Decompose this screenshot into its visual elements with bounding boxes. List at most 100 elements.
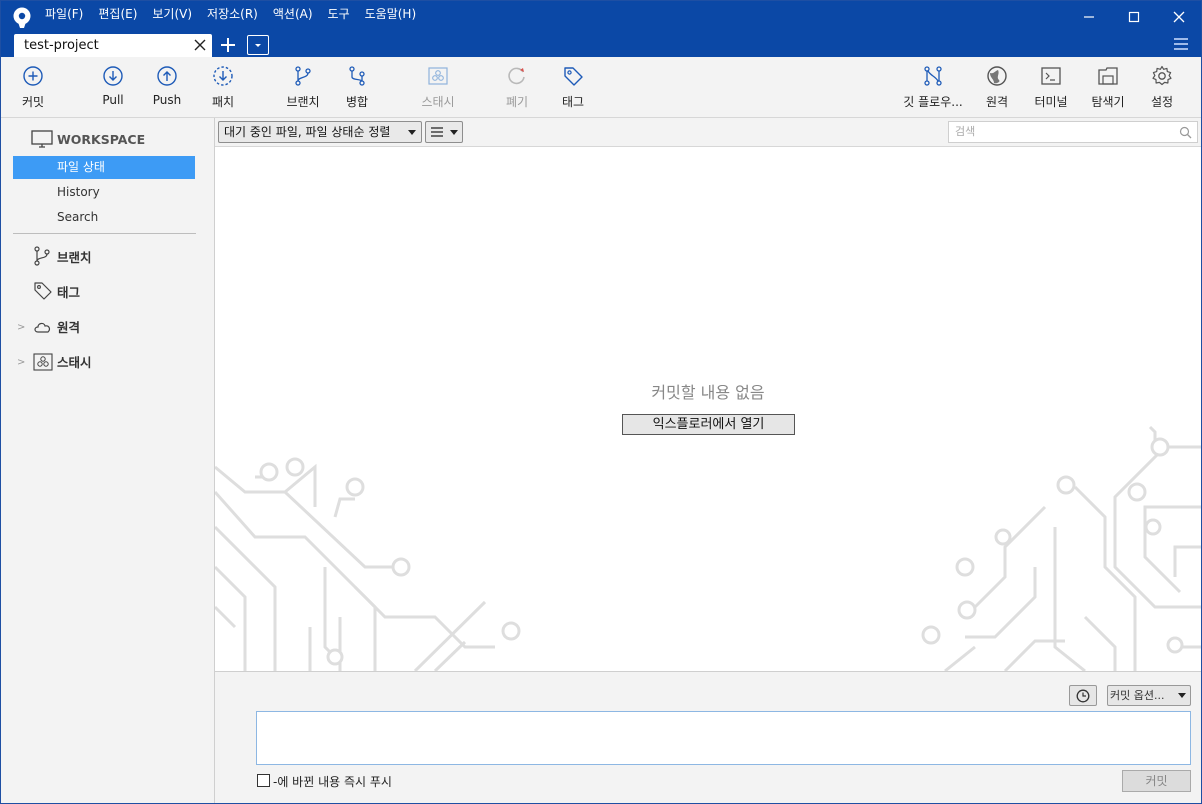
menu-file[interactable]: 파일(F)	[45, 6, 83, 24]
file-filter-bar: 대기 중인 파일, 파일 상태순 정렬 검색	[215, 118, 1201, 147]
search-placeholder: 검색	[955, 125, 976, 138]
sidebar-item-remotes[interactable]: 원격	[33, 317, 80, 336]
push-tool-button[interactable]: Push	[147, 65, 187, 115]
pull-tool-label: Pull	[102, 93, 124, 107]
menu-view[interactable]: 보기(V)	[152, 6, 192, 24]
minimize-button[interactable]	[1077, 7, 1101, 27]
branch-tool-button[interactable]: 브랜치	[281, 65, 325, 115]
sidebar-item-branches[interactable]: 브랜치	[33, 246, 92, 266]
commit-icon	[23, 66, 43, 86]
push-immediately-label: -에 바뀐 내용 즉시 푸시	[273, 775, 392, 789]
sort-dropdown[interactable]: 대기 중인 파일, 파일 상태순 정렬	[218, 121, 422, 143]
commit-panel: 커밋 옵션... -에 바뀐 내용 즉시 푸시 커밋	[215, 671, 1201, 803]
stashes-label: 스태시	[57, 355, 92, 370]
sidebar: WORKSPACE 파일 상태 History Search 브랜치 태그 > …	[1, 118, 215, 803]
stash-icon	[428, 67, 448, 85]
sidebar-item-history[interactable]: History	[13, 181, 195, 204]
pull-tool-button[interactable]: Pull	[93, 65, 133, 115]
hamburger-menu-icon[interactable]	[1173, 37, 1189, 51]
settings-tool-label: 설정	[1150, 95, 1174, 109]
list-view-icon	[431, 127, 443, 137]
sidebar-item-stashes[interactable]: 스태시	[33, 352, 92, 371]
tab-close-icon[interactable]	[192, 37, 208, 53]
tag-tool-label: 태그	[561, 95, 585, 109]
commit-tool-button[interactable]: 커밋	[13, 65, 53, 115]
tag-tool-button[interactable]: 태그	[553, 65, 593, 115]
view-mode-dropdown[interactable]	[425, 121, 463, 143]
remote-tool-button[interactable]: 원격	[977, 65, 1017, 115]
branches-label: 브랜치	[57, 249, 92, 265]
stash-tool-button[interactable]: 스태시	[416, 65, 460, 115]
stash-icon	[33, 352, 53, 371]
tag-icon	[564, 67, 583, 86]
add-tab-icon[interactable]	[219, 36, 237, 54]
chevron-down-icon	[408, 130, 416, 135]
menu-tools[interactable]: 도구	[328, 6, 350, 24]
sort-dropdown-value: 대기 중인 파일, 파일 상태순 정렬	[224, 125, 391, 139]
merge-tool-button[interactable]: 병합	[337, 65, 377, 115]
sidebar-item-file-status[interactable]: 파일 상태	[13, 156, 195, 179]
chevron-down-icon	[450, 130, 458, 135]
gitflow-icon	[924, 66, 942, 86]
app-window: 파일(F) 편집(E) 보기(V) 저장소(R) 액션(A) 도구 도움말(H)…	[0, 0, 1202, 804]
sidebar-item-search[interactable]: Search	[13, 206, 195, 229]
remotes-label: 원격	[57, 320, 81, 335]
close-window-button[interactable]	[1167, 7, 1191, 27]
title-bar: 파일(F) 편집(E) 보기(V) 저장소(R) 액션(A) 도구 도움말(H)…	[1, 1, 1201, 58]
commit-message-input[interactable]	[256, 711, 1191, 765]
gitflow-tool-button[interactable]: 깃 플로우...	[901, 65, 965, 115]
folder-icon	[1098, 67, 1118, 85]
discard-tool-button[interactable]: 폐기	[497, 65, 537, 115]
chevron-down-icon	[255, 44, 261, 47]
gitflow-tool-label: 깃 플로우...	[903, 95, 963, 109]
tags-label: 태그	[57, 284, 81, 300]
workspace-label: WORKSPACE	[57, 131, 146, 147]
clock-icon	[1076, 689, 1090, 703]
commit-button[interactable]: 커밋	[1122, 770, 1191, 792]
branch-icon	[295, 66, 311, 86]
push-immediately-checkbox[interactable]	[257, 774, 270, 787]
branch-icon	[34, 246, 50, 266]
push-tool-label: Push	[152, 93, 182, 107]
chevron-down-icon	[1177, 692, 1187, 700]
terminal-tool-label: 터미널	[1034, 95, 1068, 109]
empty-state-message: 커밋할 내용 없음	[651, 383, 765, 402]
commit-history-button[interactable]	[1069, 685, 1097, 706]
remotes-expand-chevron-icon[interactable]: >	[17, 322, 25, 333]
explorer-tool-button[interactable]: 탐색기	[1086, 65, 1130, 115]
patch-tool-label: 패치	[211, 95, 235, 109]
sidebar-divider	[13, 233, 196, 234]
patch-tool-button[interactable]: 패치	[203, 65, 243, 115]
minimize-icon	[1084, 16, 1094, 18]
stashes-expand-chevron-icon[interactable]: >	[17, 357, 25, 368]
pull-icon	[103, 66, 123, 86]
tab-test-project[interactable]: test-project	[14, 34, 212, 58]
terminal-icon	[1041, 67, 1061, 85]
merge-tool-label: 병합	[345, 95, 369, 109]
workspace-header: WORKSPACE	[31, 130, 145, 148]
discard-tool-label: 폐기	[505, 95, 529, 109]
menu-edit[interactable]: 편집(E)	[98, 6, 137, 24]
remote-tool-label: 원격	[985, 95, 1009, 109]
commit-options-dropdown[interactable]: 커밋 옵션...	[1107, 685, 1191, 706]
search-icon	[1179, 126, 1192, 139]
monitor-icon	[31, 130, 53, 148]
open-in-explorer-button[interactable]: 익스플로러에서 열기	[622, 414, 795, 435]
tab-list-dropdown[interactable]	[247, 35, 269, 55]
terminal-tool-button[interactable]: 터미널	[1031, 65, 1071, 115]
settings-tool-button[interactable]: 설정	[1142, 65, 1182, 115]
patch-icon	[213, 66, 233, 86]
push-icon	[157, 66, 177, 86]
tag-icon	[34, 282, 52, 300]
commit-tool-label: 커밋	[21, 95, 45, 109]
explorer-tool-label: 탐색기	[1091, 95, 1125, 109]
circuit-background-decoration	[215, 425, 1201, 671]
search-input[interactable]: 검색	[948, 121, 1198, 143]
menu-actions[interactable]: 액션(A)	[273, 6, 313, 24]
sidebar-item-tags[interactable]: 태그	[33, 281, 80, 301]
menu-repository[interactable]: 저장소(R)	[207, 6, 258, 24]
gear-icon	[1152, 65, 1172, 86]
branch-tool-label: 브랜치	[286, 95, 320, 109]
maximize-button[interactable]	[1122, 7, 1146, 27]
menu-help[interactable]: 도움말(H)	[365, 6, 417, 24]
